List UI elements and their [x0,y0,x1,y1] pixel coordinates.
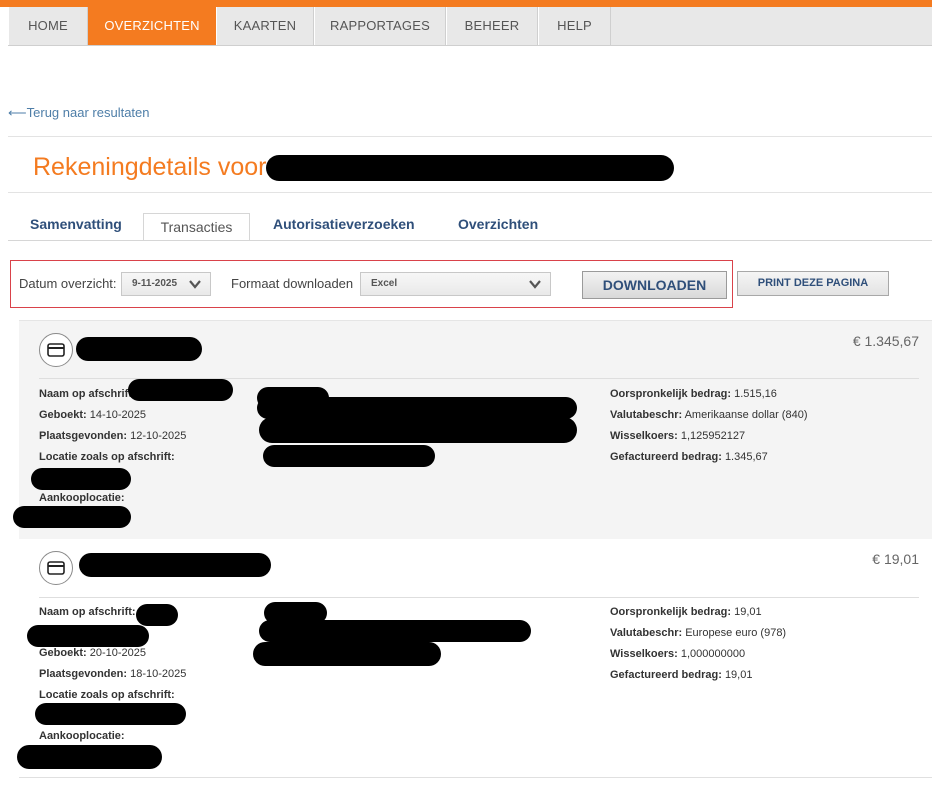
format-label: Formaat downloaden [231,276,354,291]
nav-rapportages[interactable]: RAPPORTAGES [314,7,446,45]
transaction-card: € 19,01 Naam op afschrift: Geboekt: 20-1… [17,540,932,778]
billed-amount: Gefactureerd bedrag: 1.345,67 [610,451,768,463]
tab-autorisatieverzoeken[interactable]: Autorisatieverzoeken [273,216,415,232]
credit-card-icon [39,551,73,585]
top-accent-bar [0,0,932,7]
tab-overzichten[interactable]: Overzichten [458,216,538,232]
purchase-location: Aankooplocatie: [39,730,125,742]
nav-home[interactable]: HOME [8,7,88,45]
redacted-address [253,642,441,666]
location-on-statement: Locatie zoals op afschrift: [39,689,175,701]
occurred-date: Plaatsgevonden: 12-10-2025 [39,430,187,442]
download-button[interactable]: DOWNLOADEN [582,271,727,299]
back-to-results-link[interactable]: ⟵Terug naar resultaten [8,105,150,121]
booked-date: Geboekt: 20-10-2025 [39,647,147,659]
purchase-location: Aankooplocatie: [39,492,125,504]
tab-samenvatting[interactable]: Samenvatting [30,216,122,232]
redacted-address [263,445,435,467]
date-select[interactable]: 9-11-2025 [121,272,211,296]
redacted-account-name [266,155,674,181]
transaction-amount: € 1.345,67 [852,333,919,349]
redacted-address [259,417,577,443]
print-page-button[interactable]: PRINT DEZE PAGINA [737,271,889,296]
original-amount: Oorspronkelijk bedrag: 19,01 [610,606,762,618]
booked-date: Geboekt: 14-10-2025 [39,409,147,421]
exchange-rate: Wisselkoers: 1,000000000 [610,648,746,660]
redacted-name [136,604,178,626]
transaction-card: € 1.345,67 Naam op afschrift: Geboekt: 1… [13,320,932,539]
nav-overzichten[interactable]: OVERZICHTEN [88,7,216,45]
card-divider [39,597,919,598]
tabs-underline [8,240,932,241]
redacted-location [35,703,186,725]
redacted-name [27,625,149,647]
date-label: Datum overzicht: [19,276,117,291]
nav-beheer[interactable]: BEHEER [446,7,538,45]
transaction-amount: € 19,01 [872,551,919,567]
tab-transacties[interactable]: Transacties [143,213,250,241]
nav-kaarten[interactable]: KAARTEN [216,7,314,45]
credit-card-icon [39,333,73,367]
divider [8,136,932,137]
currency-description: Valutabeschr: Amerikaanse dollar (840) [610,409,808,421]
redacted-location [31,468,131,490]
chevron-down-icon [189,280,201,289]
chevron-down-icon [529,280,541,289]
divider [8,192,932,193]
location-on-statement: Locatie zoals op afschrift: [39,451,175,463]
page-title: Rekeningdetails voor [33,153,267,181]
date-select-value: 9-11-2025 [132,278,178,289]
redacted-address [259,620,531,642]
format-select[interactable]: Excel [360,272,551,296]
format-select-value: Excel [371,278,398,289]
name-on-statement: Naam op afschrift: [39,388,136,400]
occurred-date: Plaatsgevonden: 18-10-2025 [39,668,187,680]
billed-amount: Gefactureerd bedrag: 19,01 [610,669,753,681]
nav-help[interactable]: HELP [538,7,611,45]
exchange-rate: Wisselkoers: 1,125952127 [610,430,746,442]
redacted-purchase-location [17,745,162,769]
original-amount: Oorspronkelijk bedrag: 1.515,16 [610,388,777,400]
redacted-merchant [76,337,202,361]
redacted-address [257,397,577,419]
redacted-purchase-location [13,506,131,528]
name-on-statement: Naam op afschrift: [39,606,136,618]
main-navigation: HOME OVERZICHTEN KAARTEN RAPPORTAGES BEH… [8,7,932,46]
currency-description: Valutabeschr: Europese euro (978) [610,627,787,639]
redacted-name [128,379,233,401]
redacted-merchant [79,553,271,577]
